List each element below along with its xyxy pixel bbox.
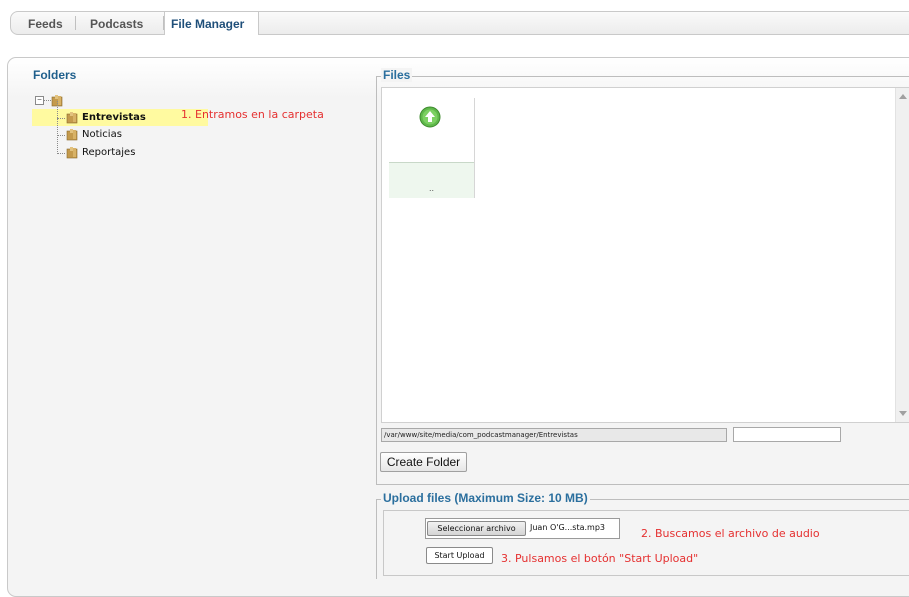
- tree-connector: [57, 118, 65, 119]
- current-path-field: /var/www/site/media/com_podcastmanager/E…: [381, 428, 727, 442]
- fieldset-border: [376, 76, 909, 77]
- fieldset-border: [376, 484, 909, 485]
- create-folder-button[interactable]: Create Folder: [380, 452, 467, 472]
- tab-podcasts[interactable]: Podcasts: [90, 17, 143, 31]
- upload-legend: Upload files (Maximum Size: 10 MB): [381, 491, 590, 505]
- folder-icon: [66, 111, 78, 124]
- folders-title: Folders: [33, 68, 77, 82]
- folder-icon: [66, 146, 78, 159]
- vertical-scrollbar[interactable]: [895, 88, 909, 422]
- tab-separator: [75, 16, 76, 30]
- fieldset-border: [376, 499, 377, 579]
- tree-connector: [57, 153, 65, 154]
- parent-folder-item[interactable]: ..: [389, 98, 475, 198]
- files-legend: Files: [381, 68, 413, 82]
- tab-file-manager[interactable]: File Manager: [171, 17, 244, 31]
- up-arrow-icon[interactable]: [419, 106, 441, 128]
- annotation-step-3: 3. Pulsamos el botón "Start Upload": [501, 552, 699, 565]
- tab-feeds[interactable]: Feeds: [28, 17, 63, 31]
- tree-connector: [57, 101, 58, 154]
- scroll-up-arrow-icon[interactable]: [899, 94, 907, 99]
- folder-icon: [66, 128, 78, 141]
- tab-separator: [163, 16, 164, 30]
- start-upload-button[interactable]: Start Upload: [426, 547, 493, 564]
- chosen-file-name: Juan O'G...sta.mp3: [530, 523, 605, 532]
- new-folder-name-input[interactable]: [733, 427, 841, 442]
- folder-label: Entrevistas: [82, 112, 146, 123]
- folder-label: Noticias: [82, 129, 122, 140]
- fieldset-border: [376, 76, 377, 484]
- annotation-step-2: 2. Buscamos el archivo de audio: [641, 527, 820, 540]
- top-tab-bar: Feeds Podcasts File Manager: [10, 11, 909, 35]
- tree-connector: [57, 135, 65, 136]
- tree-connector: [43, 100, 51, 101]
- folder-label: Reportajes: [82, 147, 136, 158]
- file-tile-label: ..: [428, 183, 434, 193]
- choose-file-button[interactable]: Seleccionar archivo: [427, 521, 526, 536]
- scroll-down-arrow-icon[interactable]: [899, 411, 907, 416]
- annotation-step-1: 1. Entramos en la carpeta: [181, 108, 324, 121]
